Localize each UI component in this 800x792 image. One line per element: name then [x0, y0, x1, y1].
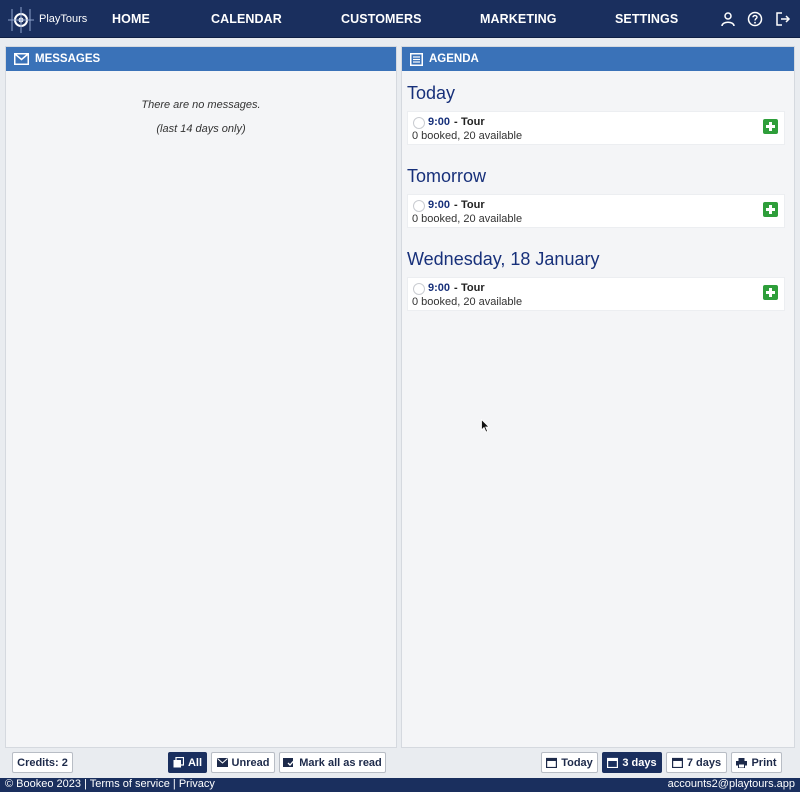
mouse-cursor-icon	[481, 419, 490, 433]
mark-all-read-label: Mark all as read	[299, 756, 382, 769]
slot-name: Tour	[461, 116, 485, 128]
slot-time: 9:00	[428, 282, 451, 294]
view-3-days-button[interactable]: 3 days	[602, 752, 662, 773]
filter-unread-label: Unread	[231, 756, 270, 769]
mark-all-read-button[interactable]: Mark all as read	[279, 752, 386, 773]
view-today-button[interactable]: Today	[541, 752, 598, 773]
nav-calendar[interactable]: CALENDAR	[211, 12, 282, 26]
nav-customers[interactable]: CUSTOMERS	[341, 12, 422, 26]
messages-panel: MESSAGES There are no messages. (last 14…	[5, 46, 397, 748]
slot-separator: -	[454, 199, 458, 211]
footer-links: © Bookeo 2023 | Terms of service | Priva…	[5, 778, 215, 790]
messages-note: (last 14 days only)	[156, 123, 246, 135]
playtours-logo[interactable]	[8, 7, 34, 33]
calendar-icon	[546, 757, 558, 768]
envelope-icon	[216, 758, 228, 767]
slot-name: Tour	[461, 199, 485, 211]
copy-icon	[173, 757, 184, 768]
credits-button[interactable]: Credits: 2	[12, 752, 73, 773]
nav-marketing[interactable]: MARKETING	[480, 12, 557, 26]
no-messages-text: There are no messages.	[141, 99, 261, 111]
envelope-icon	[14, 53, 29, 65]
filter-all-label: All	[187, 756, 203, 769]
view-7-days-button[interactable]: 7 days	[666, 752, 727, 773]
copyright-text: © Bookeo 2023	[5, 778, 81, 790]
agenda-list-icon	[410, 52, 423, 66]
agenda-title: AGENDA	[429, 53, 479, 65]
messages-header: MESSAGES	[6, 47, 396, 71]
brand-name: PlayTours	[39, 13, 88, 25]
slot-availability: 0 booked, 20 available	[412, 213, 523, 225]
help-icon[interactable]	[747, 11, 763, 27]
slot-separator: -	[454, 282, 458, 294]
user-icon[interactable]	[720, 11, 736, 27]
envelope-check-icon	[283, 758, 296, 767]
filter-unread-button[interactable]: Unread	[211, 752, 275, 773]
slot-availability: 0 booked, 20 available	[412, 130, 523, 142]
privacy-link[interactable]: Privacy	[179, 778, 215, 790]
add-booking-icon[interactable]	[763, 119, 778, 134]
agenda-slot[interactable]: 9:00 - Tour 0 booked, 20 available	[407, 194, 785, 228]
slot-availability: 0 booked, 20 available	[412, 296, 523, 308]
add-booking-icon[interactable]	[763, 202, 778, 217]
calendar-icon	[607, 757, 619, 768]
account-email[interactable]: accounts2@playtours.app	[668, 778, 795, 790]
filter-all-button[interactable]: All	[168, 752, 207, 773]
agenda-slot[interactable]: 9:00 - Tour 0 booked, 20 available	[407, 111, 785, 145]
view-today-label: Today	[561, 756, 593, 769]
nav-home[interactable]: HOME	[112, 12, 150, 26]
agenda-slot[interactable]: 9:00 - Tour 0 booked, 20 available	[407, 277, 785, 311]
slot-time: 9:00	[428, 199, 451, 211]
day-heading-wednesday: Wednesday, 18 January	[407, 249, 600, 269]
nav-settings[interactable]: SETTINGS	[615, 12, 678, 26]
print-button[interactable]: Print	[731, 752, 782, 773]
footer-separator: |	[172, 778, 176, 790]
footer: © Bookeo 2023 | Terms of service | Priva…	[0, 778, 800, 792]
slot-separator: -	[454, 116, 458, 128]
day-heading-tomorrow: Tomorrow	[407, 166, 487, 186]
footer-separator: |	[84, 778, 87, 790]
view-3-days-label: 3 days	[622, 756, 657, 769]
printer-icon	[736, 757, 748, 768]
slot-status-circle	[413, 200, 425, 212]
slot-name: Tour	[461, 282, 485, 294]
print-label: Print	[751, 756, 777, 769]
slot-status-circle	[413, 117, 425, 129]
logout-icon[interactable]	[775, 11, 791, 27]
add-booking-icon[interactable]	[763, 285, 778, 300]
agenda-header: AGENDA	[402, 47, 794, 71]
messages-title: MESSAGES	[35, 53, 101, 65]
calendar-icon	[671, 757, 683, 768]
top-nav-bar: PlayTours HOME CALENDAR CUSTOMERS MARKET…	[0, 0, 800, 38]
slot-time: 9:00	[428, 116, 451, 128]
agenda-panel: AGENDA Today 9:00 - Tour 0 booked, 20 av…	[401, 46, 795, 748]
slot-status-circle	[413, 283, 425, 295]
day-heading-today: Today	[407, 83, 456, 103]
terms-of-service-link[interactable]: Terms of service	[90, 778, 170, 790]
view-7-days-label: 7 days	[686, 756, 722, 769]
